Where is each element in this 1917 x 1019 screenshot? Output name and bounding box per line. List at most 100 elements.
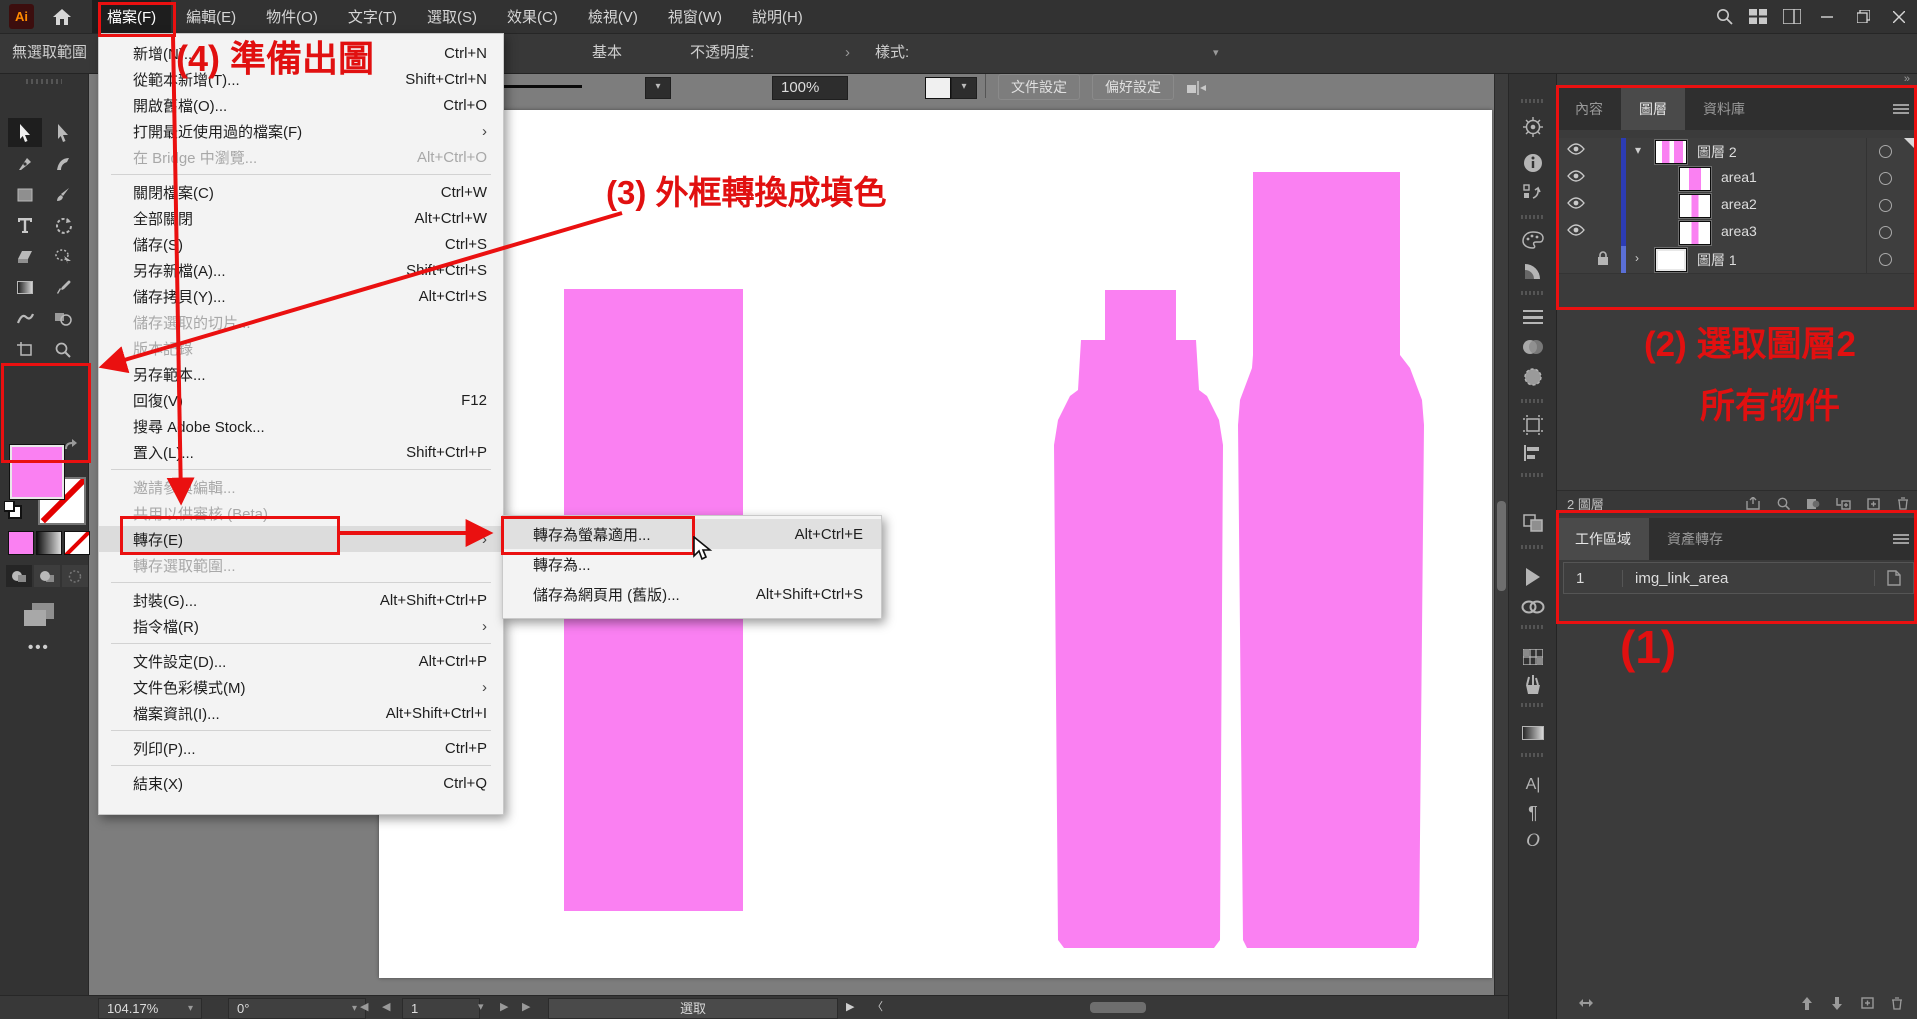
opacity-input[interactable]: 100% [772,76,848,100]
align-dropdown[interactable]: ▾ [1213,33,1219,73]
delete-layer-icon[interactable] [1888,497,1917,510]
close-button[interactable] [1881,0,1917,33]
rotate-tool[interactable] [46,211,80,240]
draw-normal-mode[interactable] [6,565,32,587]
locate-object-icon[interactable] [1768,497,1798,510]
delete-artboard-icon[interactable] [1882,997,1912,1010]
opacity-stepper-icon[interactable]: › [845,33,850,73]
rearrange-artboards-icon[interactable] [1571,996,1601,1010]
transparency-panel-icon[interactable] [1521,335,1545,359]
dock-drag-handle[interactable] [1521,473,1545,477]
file-menu-export[interactable]: 轉存(E)› [99,526,503,552]
file-menu-new[interactable]: 新增(N)...Ctrl+N [99,40,503,66]
character-panel-icon[interactable]: A| [1521,773,1545,797]
restore-button[interactable] [1845,0,1881,33]
vertical-scrollbar-thumb[interactable] [1497,501,1506,591]
layer-target-icon[interactable] [1879,253,1892,266]
links-panel-icon[interactable] [1521,595,1545,619]
shape-area2-bottle[interactable] [1054,290,1223,948]
color-mode-button[interactable] [8,531,34,555]
layer-row-area2[interactable]: area2 [1557,192,1917,220]
vertical-scrollbar[interactable] [1494,73,1508,995]
file-menu-exit[interactable]: 結束(X)Ctrl+Q [99,770,503,796]
stroke-panel-icon[interactable] [1521,305,1545,329]
info-panel-icon[interactable] [1521,151,1545,175]
collect-for-export-icon[interactable] [1738,497,1768,510]
dock-drag-handle[interactable] [1521,545,1545,549]
layer-thumbnail[interactable] [1655,248,1687,272]
properties-panel-icon[interactable] [1521,115,1545,139]
layer-name[interactable]: area3 [1721,223,1757,239]
eraser-tool[interactable] [8,242,42,271]
fill-color-swatch[interactable] [10,445,64,499]
menu-edit[interactable]: 編輯(E) [171,0,251,33]
menu-window[interactable]: 視窗(W) [653,0,737,33]
tab-properties[interactable]: 內容 [1557,88,1621,130]
appearance-panel-icon[interactable] [1521,365,1545,389]
layer-name[interactable]: area2 [1721,196,1757,212]
file-menu-save-as-template[interactable]: 另存範本... [99,361,503,387]
save-for-web-item[interactable]: 儲存為網頁用 (舊版)...Alt+Shift+Ctrl+S [503,579,881,609]
layers-panel-menu-icon[interactable] [1884,88,1917,130]
menu-view[interactable]: 檢視(V) [573,0,653,33]
brushes-panel-icon[interactable] [1521,673,1545,697]
file-menu-file-info[interactable]: 檔案資訊(I)...Alt+Shift+Ctrl+I [99,700,503,726]
tab-libraries[interactable]: 資料庫 [1685,88,1763,130]
prev-page-icon[interactable]: ◀ [382,998,390,1017]
more-tools-ellipsis[interactable]: ••• [28,639,50,656]
new-layer-icon[interactable] [1858,498,1888,510]
file-menu-search-adobe-stock[interactable]: 搜尋 Adobe Stock... [99,413,503,439]
color-guide-panel-icon[interactable] [1521,259,1545,283]
draw-inside-mode[interactable] [62,565,88,587]
lock-icon[interactable] [1597,251,1609,265]
dock-drag-handle[interactable] [1521,399,1545,403]
caret-down-icon[interactable]: ▾ [478,998,484,1017]
artboard-tool[interactable] [8,335,42,364]
layer-target-icon[interactable] [1879,145,1892,158]
document-setup-button[interactable]: 文件設定 [998,74,1080,100]
dock-drag-handle[interactable] [1521,753,1545,757]
visibility-eye-icon[interactable] [1567,197,1585,209]
collapse-left-icon[interactable]: 〈 [872,998,883,1017]
visibility-eye-icon[interactable] [1567,143,1585,155]
file-menu-document-color-mode[interactable]: 文件色彩模式(M)› [99,674,503,700]
file-menu-document-setup[interactable]: 文件設定(D)...Alt+Ctrl+P [99,648,503,674]
minimize-button[interactable] [1809,0,1845,33]
gradient-panel-icon[interactable] [1521,721,1545,745]
layer-row-area1[interactable]: area1 [1557,165,1917,193]
new-artboard-icon[interactable] [1852,997,1882,1009]
default-fill-stroke-icon[interactable] [4,501,22,519]
menu-select[interactable]: 選取(S) [412,0,492,33]
arrange-documents-icon[interactable] [1775,0,1809,33]
file-menu-open[interactable]: 開啟舊檔(O)...Ctrl+O [99,92,503,118]
file-menu-save-as[interactable]: 另存新檔(A)...Shift+Ctrl+S [99,257,503,283]
file-menu-place[interactable]: 置入(L)...Shift+Ctrl+P [99,439,503,465]
opentype-panel-icon[interactable]: O [1521,829,1545,853]
horizontal-scrollbar-thumb[interactable] [1090,1002,1146,1013]
zoom-tool[interactable] [46,335,80,364]
shape-builder-tool[interactable] [46,242,80,271]
rectangle-tool[interactable] [8,180,42,209]
layer-name[interactable]: area1 [1721,169,1757,185]
layer-target-icon[interactable] [1879,199,1892,212]
artboard-row[interactable]: 1 img_link_area [1563,562,1914,594]
layer-row-area3[interactable]: area3 [1557,219,1917,247]
pen-tool[interactable] [8,149,42,178]
artboards-panel-icon[interactable] [1521,413,1545,437]
zoom-level-select[interactable]: 104.17% ▾ [98,998,202,1019]
artboards-panel-menu-icon[interactable] [1884,518,1917,560]
screen-mode-button[interactable] [24,603,54,627]
page-number-select[interactable]: 1 [402,998,480,1019]
toolbar-drag-handle[interactable] [26,79,62,84]
visibility-eye-icon[interactable] [1567,170,1585,182]
draw-behind-mode[interactable] [34,565,60,587]
dock-drag-handle[interactable] [1521,625,1545,629]
artboard-page-icon[interactable] [1874,570,1913,586]
menu-effect[interactable]: 效果(C) [492,0,573,33]
visibility-eye-icon[interactable] [1567,224,1585,236]
eyedropper-tool[interactable] [46,273,80,302]
status-play-icon[interactable]: ▶ [846,998,854,1017]
collapse-dock-icon[interactable] [1509,75,1557,90]
dock-drag-handle[interactable] [1521,291,1545,295]
pathfinder-panel-icon[interactable] [1521,511,1545,535]
